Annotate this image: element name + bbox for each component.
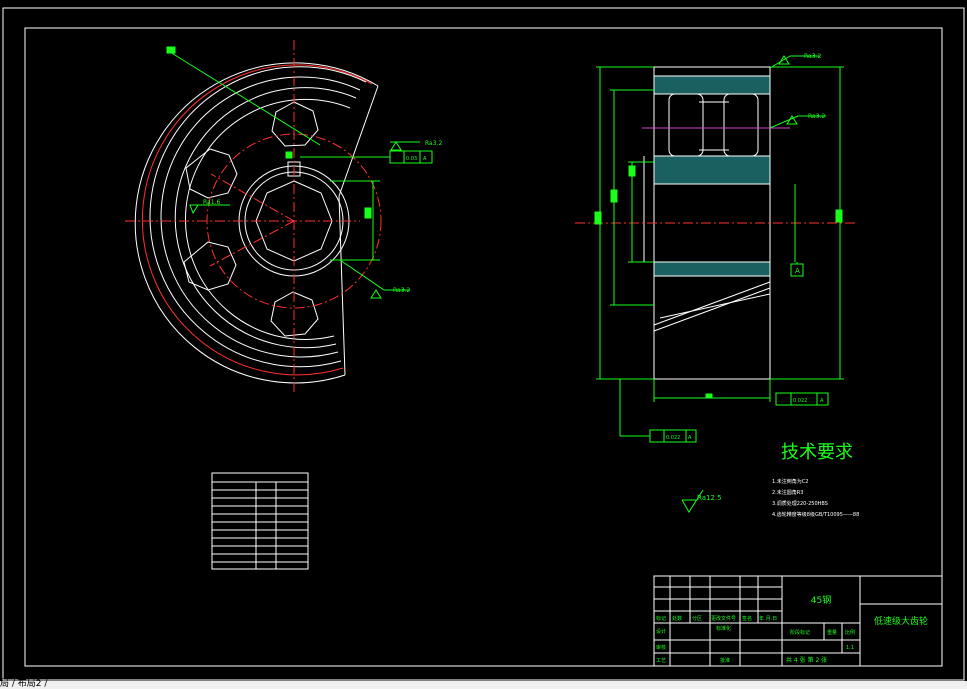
sheet-info: 共 4 张 第 2 张	[786, 656, 827, 664]
tech-req-item-4: 4.齿轮精度等级8级GB/T10095——88	[772, 511, 859, 518]
header-mark: 标记	[656, 615, 666, 622]
material: 45钢	[811, 594, 831, 606]
roughness-keyway: Ra3.2	[425, 140, 442, 147]
label-standardize: 标准化	[716, 625, 731, 632]
label-stage: 阶段标记	[790, 629, 810, 636]
label-ratio: 比例	[845, 629, 855, 636]
roughness-right: Ra3.2	[808, 113, 825, 120]
label-weight: 重量	[827, 629, 837, 636]
header-count: 处数	[672, 615, 682, 622]
overall-roughness: Ra12.5	[681, 489, 722, 513]
tech-req-item-1: 1.未注倒角为C2	[772, 478, 808, 485]
header-zone: 分区	[692, 615, 702, 622]
label-process: 工艺	[656, 658, 666, 664]
status-bar: 局 / 布局2 /	[0, 679, 967, 689]
section-dimensions	[594, 55, 844, 443]
keyway-datum: A	[423, 156, 427, 162]
roughness-hole: Ra1.6	[203, 199, 220, 206]
tech-requirements: 技术要求 1.未注倒角为C2 2.未注圆角R3 3.调质处理220-250HBS…	[772, 442, 859, 518]
keyway-tolerance: 0.03	[406, 156, 417, 162]
gear-front-view	[134, 62, 379, 384]
gear-parameter-table	[211, 472, 309, 570]
status-bar-text: 局 / 布局2 /	[0, 679, 48, 689]
tech-req-item-2: 2.未注圆角R3	[772, 489, 803, 496]
tech-req-title: 技术要求	[781, 442, 853, 463]
scale: 1:1	[846, 645, 854, 651]
label-design: 设计	[656, 628, 666, 635]
roughness-top: Ra3.2	[804, 53, 821, 60]
face-runout-value: 0.022	[666, 435, 680, 441]
header-sign: 签名	[742, 615, 752, 622]
roughness-bore: Ra3.2	[393, 287, 410, 294]
cad-drawing: Ra3.2 Ra3.2 Ra1.6 0.03 A Ra3.2 Ra3.2 A 0…	[2, 7, 965, 681]
label-check: 审核	[656, 644, 666, 651]
runout-datum: A	[820, 398, 824, 404]
tech-req-item-3: 3.调质处理220-250HBS	[772, 500, 828, 507]
label-approve: 批准	[720, 657, 730, 664]
overall-roughness-label: Ra12.5	[697, 494, 722, 502]
face-runout-datum: A	[688, 435, 692, 441]
header-date: 年.月.日	[759, 615, 777, 622]
runout-value: 0.022	[793, 398, 807, 404]
header-doc: 更改文件号	[711, 615, 736, 622]
frame	[2, 7, 965, 681]
datum-label: A	[795, 267, 800, 275]
part-name: 低速级大齿轮	[874, 615, 928, 627]
